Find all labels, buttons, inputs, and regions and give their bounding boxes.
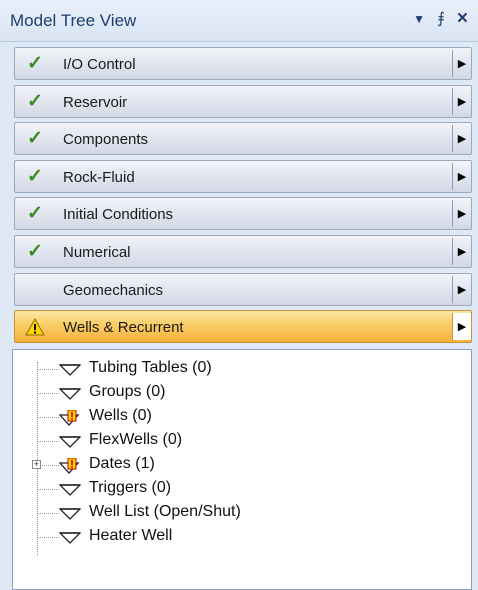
funnel-icon [59,364,81,376]
funnel-icon [59,532,81,544]
titlebar-controls: ▼ ⨎ × [413,9,468,29]
panel-title: Model Tree View [10,11,137,30]
tree-item-label: Wells (0) [89,407,152,424]
expand-arrow-icon[interactable]: ▶ [452,125,471,153]
chevron-down-icon[interactable]: ▼ [413,9,425,29]
tree-item-label: Well List (Open/Shut) [89,503,241,520]
section-label: Reservoir [63,93,128,111]
section-initial-conditions[interactable]: ✓ Initial Conditions ▶ [14,197,472,231]
funnel-warning-icon [59,410,80,426]
pin-icon[interactable]: ⨎ [437,9,445,29]
expand-arrow-icon[interactable]: ▶ [452,313,471,341]
funnel-icon [59,436,81,448]
section-io-control[interactable]: ✓ I/O Control ▶ [14,47,472,80]
section-label: Initial Conditions [63,206,174,224]
tree-item-tubing-tables[interactable]: Tubing Tables (0) [13,358,453,380]
tree-item-label: Groups (0) [89,383,166,400]
expand-arrow-icon[interactable]: ▶ [452,237,471,265]
checkmark-icon: ✓ [27,90,43,112]
tree-item-triggers[interactable]: Triggers (0) [13,478,453,500]
expand-arrow-icon[interactable]: ▶ [452,50,471,77]
tree-connector [37,393,59,394]
expand-arrow-icon[interactable]: ▶ [452,275,471,303]
tree-item-label: FlexWells (0) [89,431,183,448]
warning-icon [25,318,45,336]
section-label: Components [63,131,149,149]
section-label: Numerical [63,243,131,261]
funnel-warning-icon [59,458,80,474]
tree-item-label: Heater Well [89,527,173,544]
checkmark-icon: ✓ [27,203,43,225]
tree-item-dates[interactable]: + Dates (1) [13,454,453,476]
panel-titlebar: Model Tree View ▼ ⨎ × [0,0,478,42]
tree-connector [37,489,59,490]
expand-arrow-icon[interactable]: ▶ [452,162,471,190]
model-tree: Tubing Tables (0) Groups (0) Wells (0) F… [12,349,472,590]
section-list: ✓ I/O Control ▶ ✓ Reservoir ▶ ✓ Componen… [14,47,472,348]
section-label: Wells & Recurrent [63,319,184,337]
section-label: Rock-Fluid [63,168,135,186]
checkmark-icon: ✓ [27,128,43,150]
tree-item-label: Triggers (0) [89,479,172,496]
funnel-icon [59,484,81,496]
model-tree-panel: Model Tree View ▼ ⨎ × ✓ I/O Control ▶ ✓ … [0,0,478,590]
section-numerical[interactable]: ✓ Numerical ▶ [14,234,472,268]
close-icon[interactable]: × [457,9,468,29]
expand-arrow-icon[interactable]: ▶ [452,87,471,115]
tree-item-heater-well[interactable]: Heater Well [13,526,453,548]
tree-connector [37,513,59,514]
tree-item-label: Tubing Tables (0) [89,359,212,376]
section-rock-fluid[interactable]: ✓ Rock-Fluid ▶ [14,159,472,193]
tree-item-well-list[interactable]: Well List (Open/Shut) [13,502,453,524]
tree-connector [37,441,59,442]
expand-arrow-icon[interactable]: ▶ [452,200,471,228]
funnel-icon [59,388,81,400]
section-geomechanics[interactable]: Geomechanics ▶ [14,272,472,306]
funnel-icon [59,508,81,520]
section-label: Geomechanics [63,281,164,299]
tree-item-groups[interactable]: Groups (0) [13,382,453,404]
tree-item-wells[interactable]: Wells (0) [13,406,453,428]
tree-item-label: Dates (1) [89,455,155,472]
tree-connector [37,417,59,418]
section-components[interactable]: ✓ Components ▶ [14,122,472,156]
expand-plus-icon[interactable]: + [32,460,41,469]
section-label: I/O Control [63,56,136,73]
tree-connector [37,369,59,370]
section-reservoir[interactable]: ✓ Reservoir ▶ [14,84,472,118]
checkmark-icon: ✓ [27,240,43,262]
checkmark-icon: ✓ [27,165,43,187]
tree-item-flexwells[interactable]: FlexWells (0) [13,430,453,452]
checkmark-icon: ✓ [27,53,43,74]
tree-connector [37,537,59,538]
section-wells-recurrent[interactable]: Wells & Recurrent ▶ [14,310,472,344]
